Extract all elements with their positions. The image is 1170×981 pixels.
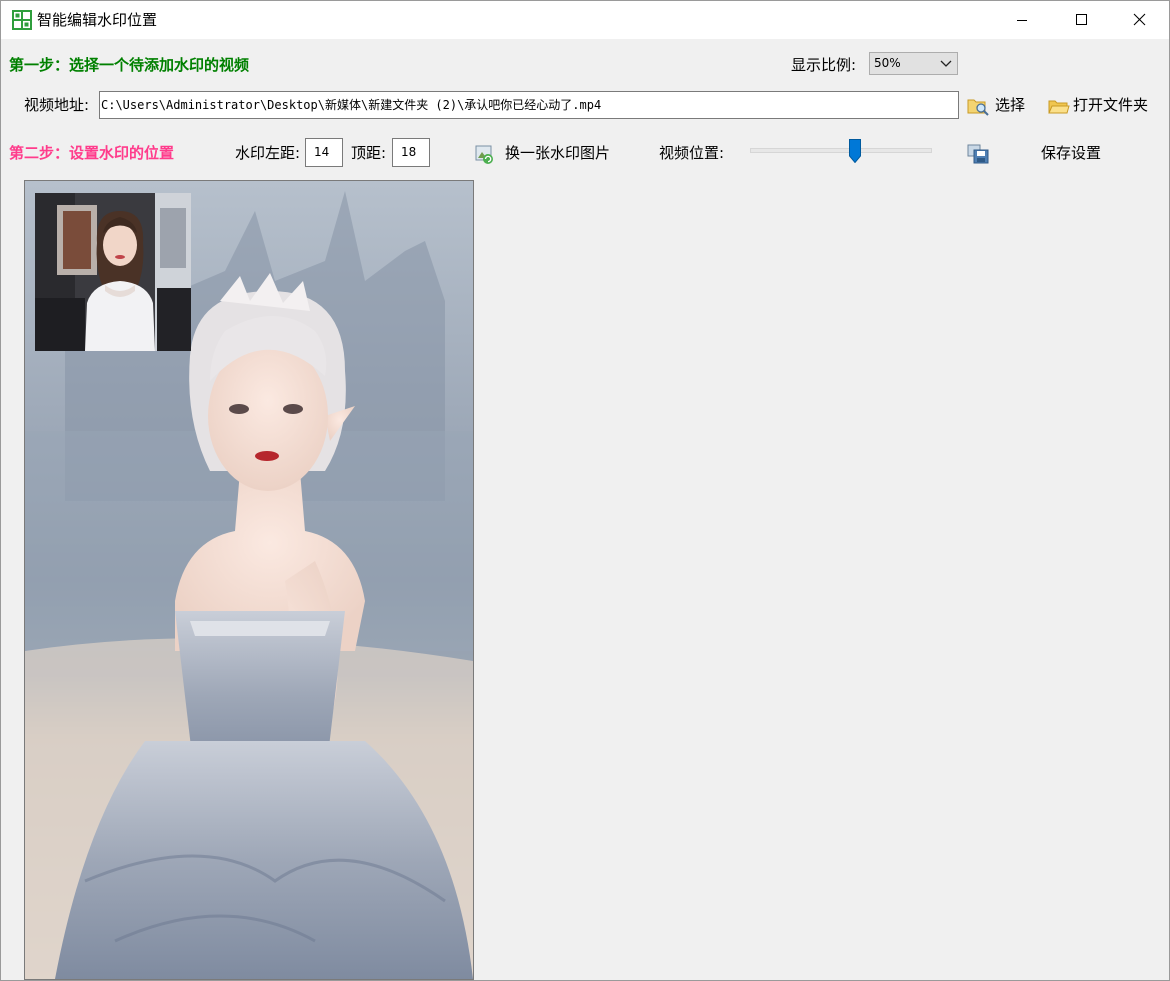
video-path-input[interactable]: C:\Users\Administrator\Desktop\新媒体\新建文件夹… (99, 91, 959, 119)
maximize-button[interactable] (1052, 1, 1110, 39)
title-bar[interactable]: 智能编辑水印位置 (1, 1, 1169, 39)
app-logo-icon (12, 10, 32, 30)
select-video-label: 选择 (995, 96, 1026, 114)
video-position-slider[interactable] (748, 137, 932, 167)
video-preview[interactable] (24, 180, 474, 980)
select-video-button[interactable]: 选择 (967, 94, 1031, 118)
close-icon (1133, 13, 1146, 26)
save-icon (967, 144, 989, 164)
change-watermark-image-label: 换一张水印图片 (505, 144, 611, 162)
video-position-label: 视频位置: (659, 144, 725, 162)
watermark-top-input[interactable]: 18 (392, 138, 430, 167)
open-folder-button[interactable]: 打开文件夹 (1048, 94, 1152, 118)
display-ratio-label: 显示比例: (791, 56, 857, 74)
step2-label: 第二步：设置水印的位置 (9, 144, 175, 162)
folder-icon (1048, 100, 1070, 114)
step1-label: 第一步：选择一个待添加水印的视频 (9, 56, 250, 74)
save-settings-label: 保存设置 (1041, 144, 1102, 162)
save-settings-button[interactable]: 保存设置 (967, 142, 1107, 166)
watermark-top-label: 顶距: (351, 144, 387, 162)
watermark-image[interactable] (35, 193, 191, 351)
chevron-down-icon (940, 60, 952, 67)
maximize-icon (1076, 14, 1087, 25)
slider-track (750, 148, 932, 153)
change-watermark-image-button[interactable]: 换一张水印图片 (475, 142, 615, 166)
window-title: 智能编辑水印位置 (37, 11, 158, 29)
watermark-left-input[interactable]: 14 (305, 138, 343, 167)
watermark-left-label: 水印左距: (235, 144, 301, 162)
display-ratio-value: 50% (874, 56, 901, 70)
minimize-icon (1017, 20, 1027, 21)
image-refresh-icon (475, 145, 493, 164)
folder-search-icon (967, 99, 989, 116)
watermark-editor-window: 智能编辑水印位置 第一步：选择一个待添加水印的视频 显示比例: 50% 视频地址… (0, 0, 1170, 981)
close-button[interactable] (1111, 1, 1169, 39)
display-ratio-select[interactable]: 50% (869, 52, 958, 75)
watermark-portrait (35, 193, 191, 351)
minimize-button[interactable] (993, 1, 1051, 39)
open-folder-label: 打开文件夹 (1073, 96, 1149, 114)
slider-thumb[interactable] (849, 139, 862, 163)
video-path-label: 视频地址: (24, 96, 90, 114)
